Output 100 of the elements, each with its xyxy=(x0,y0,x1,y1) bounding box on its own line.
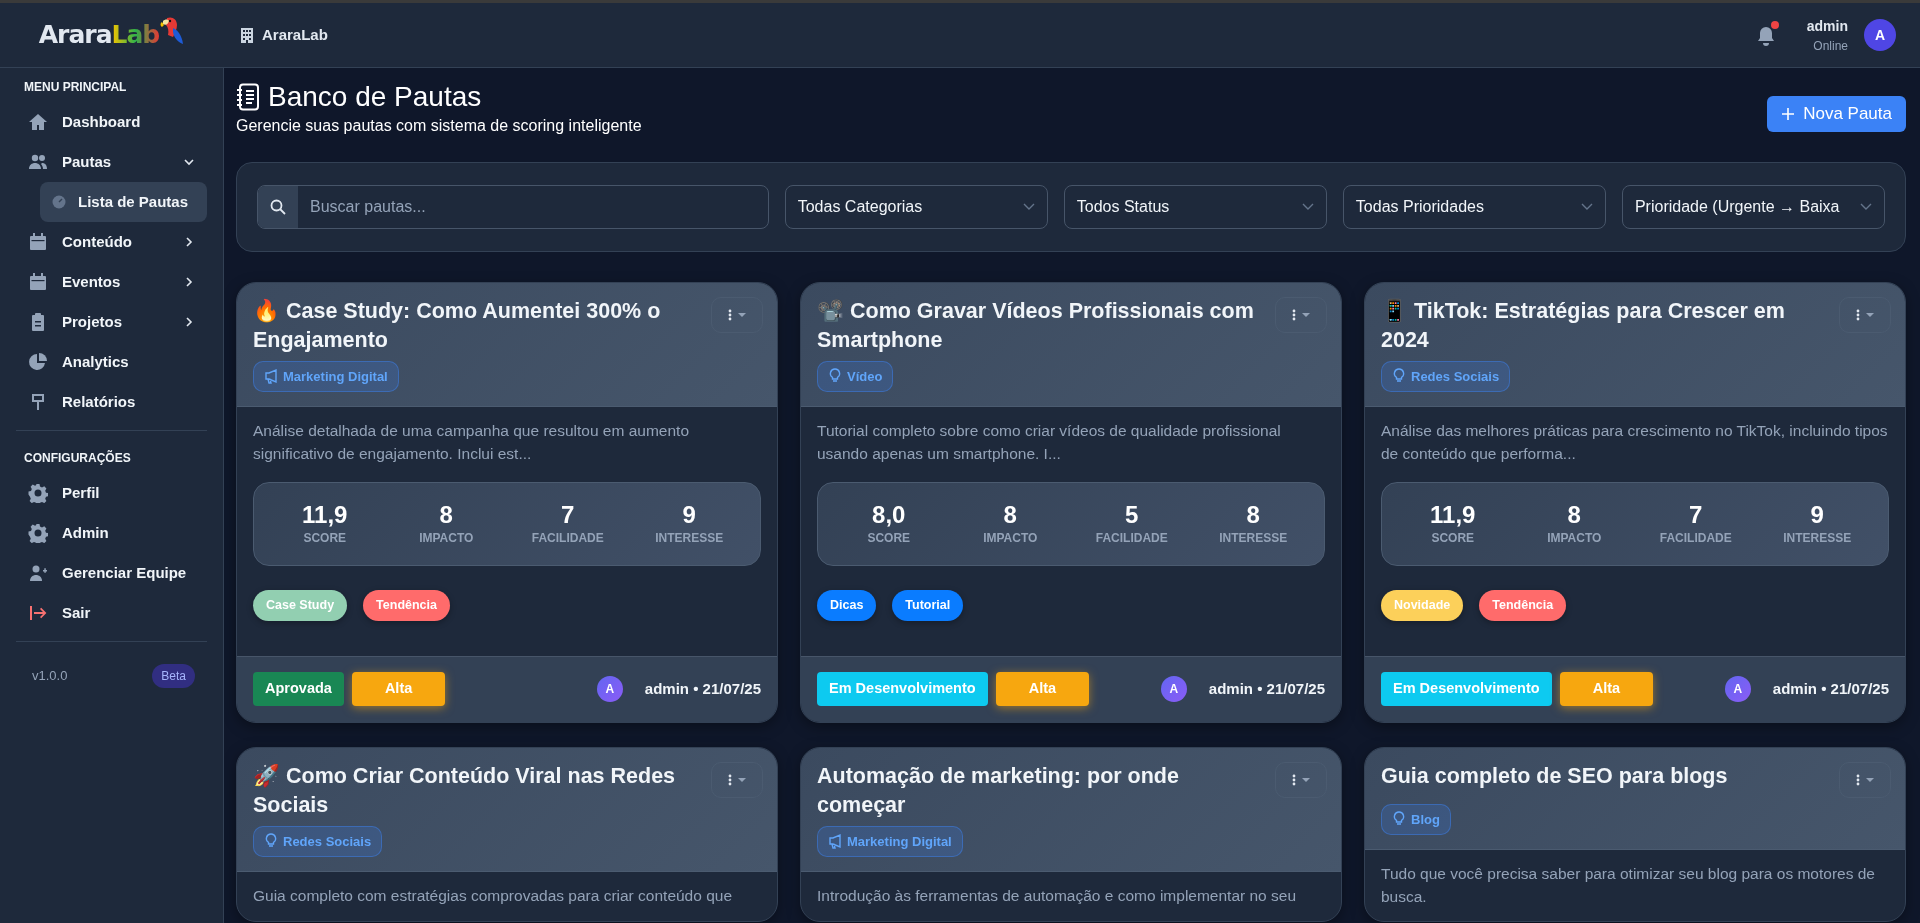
card-menu-button[interactable] xyxy=(1275,296,1327,333)
category-tag: Marketing Digital xyxy=(253,360,399,393)
card-menu-button[interactable] xyxy=(1275,761,1327,798)
stat-label: IMPACTO xyxy=(982,530,1039,548)
calendar-icon xyxy=(28,272,48,292)
priority-badge: Alta xyxy=(351,672,446,706)
search-icon xyxy=(270,198,286,215)
stat-value: 9 xyxy=(1809,500,1825,530)
sidebar-item[interactable]: Pautas xyxy=(16,142,207,182)
card-menu-button[interactable] xyxy=(711,761,763,798)
card-menu-button[interactable] xyxy=(711,296,763,333)
status-badge: Aprovada xyxy=(253,672,344,706)
stat-label: INTERESSE xyxy=(1782,530,1853,548)
author-avatar: A xyxy=(1724,676,1751,703)
card-description: Guia completo com estratégias comprovadas para criar conteúdo que xyxy=(253,886,734,907)
stat-value: 8 xyxy=(1002,500,1018,530)
user-avatar[interactable]: A xyxy=(1864,19,1896,51)
user-status: Online xyxy=(1812,37,1848,55)
stat-value: 5 xyxy=(1124,500,1140,530)
author-date: admin • 21/07/25 xyxy=(644,678,761,699)
card-title: 🚀 Como Criar Conteúdo Viral nas Redes Sociais xyxy=(253,762,677,819)
card-title: Automação de marketing: por onde começar xyxy=(817,762,1180,819)
section-title: CONFIGURAÇÕES xyxy=(23,449,132,467)
gear-icon xyxy=(28,483,48,503)
status-badge: Em Desenvolvimento xyxy=(817,672,988,706)
filter-dropdown[interactable]: Prioridade (Urgente → Baixa xyxy=(1621,184,1885,229)
stat-value: 7 xyxy=(560,500,576,530)
more-vertical-icon xyxy=(728,308,732,321)
sidebar-item[interactable]: Gerenciar Equipe xyxy=(16,553,207,593)
stat-value: 8 xyxy=(438,500,454,530)
caret-icon xyxy=(1302,777,1310,782)
stat-label: FACILIDADE xyxy=(530,530,605,548)
card-title: 📽 Como Gravar Vídeos Profissionais com Smartphone xyxy=(817,297,1255,354)
calendar-icon xyxy=(28,232,48,252)
sidebar-item[interactable]: Sair xyxy=(16,593,207,633)
house-icon xyxy=(28,112,48,132)
stat-label: SCORE xyxy=(866,530,912,548)
sidebar-item[interactable]: Projetos xyxy=(16,302,207,342)
stat-value: 7 xyxy=(1688,500,1704,530)
tag-pill: Case Study xyxy=(253,590,348,622)
exit-icon xyxy=(28,603,48,623)
stat-label: FACILIDADE xyxy=(1094,530,1169,548)
sidebar-item[interactable]: Perfil xyxy=(16,473,207,513)
pie-chart-icon xyxy=(28,352,48,372)
sidebar-item[interactable]: Analytics xyxy=(16,342,207,382)
category-tag: Redes Sociais xyxy=(1381,360,1511,393)
sidebar-item[interactable]: Relatórios xyxy=(16,382,207,422)
filter-dropdown[interactable]: Todos Status xyxy=(1063,184,1327,229)
priority-badge: Alta xyxy=(1559,672,1654,706)
page-title: Banco de Pautas xyxy=(268,80,482,114)
category-tag: Vídeo xyxy=(817,360,894,393)
category-tag: Blog xyxy=(1381,803,1451,836)
card-menu-button[interactable] xyxy=(1839,761,1891,798)
gauge-icon xyxy=(52,195,66,209)
plus-icon xyxy=(1781,106,1796,121)
stat-label: FACILIDADE xyxy=(1658,530,1733,548)
card-title: 📱 TikTok: Estratégias para Crescer em 2024 xyxy=(1381,297,1786,354)
lightbulb-icon xyxy=(1392,368,1406,385)
stat-value: 11,9 xyxy=(301,500,349,530)
caret-icon xyxy=(1866,777,1874,782)
lightbulb-icon xyxy=(828,368,842,385)
caret-icon xyxy=(1302,312,1310,317)
filter-dropdown[interactable]: Todas Categorias xyxy=(784,184,1048,229)
workspace-name: AraraLab xyxy=(262,24,328,45)
caret-icon xyxy=(738,777,746,782)
filter-dropdown[interactable]: Todas Prioridades xyxy=(1342,184,1606,229)
card-description: Análise das melhores práticas para crescimento no TikTok, incluindo tipos de conteúdo que performa... xyxy=(1381,421,1889,465)
author-date: admin • 21/07/25 xyxy=(1208,678,1325,699)
card-title: Guia completo de SEO para blogs xyxy=(1381,762,1729,790)
sidebar-item[interactable]: Eventos xyxy=(16,262,207,302)
caret-icon xyxy=(738,312,746,317)
people-icon xyxy=(28,152,48,172)
sidebar-item[interactable]: Conteúdo xyxy=(16,222,207,262)
notebook-icon xyxy=(236,82,260,111)
building-icon xyxy=(240,27,254,43)
chevron-down-icon xyxy=(1860,202,1872,211)
stat-value: 8 xyxy=(1245,500,1261,530)
tag-pill: Tutorial xyxy=(892,590,964,622)
lightbulb-icon xyxy=(1392,811,1406,828)
stat-label: INTERESSE xyxy=(654,530,725,548)
tag-pill: Novidade xyxy=(1381,590,1464,622)
stat-value: 11,9 xyxy=(1429,500,1477,530)
stat-value: 8 xyxy=(1566,500,1582,530)
priority-badge: Alta xyxy=(995,672,1090,706)
author-avatar: A xyxy=(1160,676,1187,703)
submenu-item[interactable]: Lista de Pautas xyxy=(40,182,207,222)
beta-badge: Beta xyxy=(152,664,195,688)
sidebar-item[interactable]: Dashboard xyxy=(16,102,207,142)
sidebar-item[interactable]: Admin xyxy=(16,513,207,553)
stat-label: INTERESSE xyxy=(1218,530,1289,548)
card-description: Tudo que você precisa saber para otimizar seu blog para os motores de busca. xyxy=(1381,864,1876,908)
app-logo[interactable]: AraraLab xyxy=(38,16,186,54)
card-menu-button[interactable] xyxy=(1839,296,1891,333)
new-item-button[interactable]: Nova Pauta xyxy=(1767,96,1906,132)
more-vertical-icon xyxy=(1856,773,1860,786)
tag-pill: Tendência xyxy=(1479,590,1567,622)
bell-icon xyxy=(1756,25,1775,46)
tag-pill: Tendência xyxy=(363,590,450,622)
person-add-icon xyxy=(28,563,48,583)
page-subtitle: Gerencie suas pautas com sistema de scoring inteligente xyxy=(236,115,642,136)
